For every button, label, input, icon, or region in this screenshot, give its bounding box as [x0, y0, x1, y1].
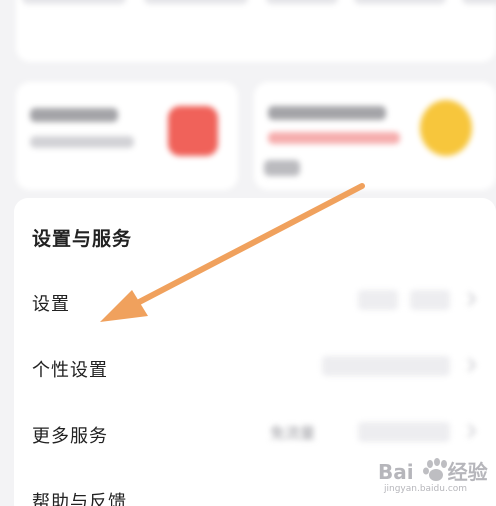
summary-item[interactable]	[144, 0, 248, 4]
settings-row-label: 设置	[32, 294, 70, 315]
more-services-row-label: 更多服务	[32, 426, 108, 447]
watermark-text-1: Bai	[378, 460, 414, 484]
gift-icon	[168, 106, 218, 156]
summary-item[interactable]	[462, 0, 496, 4]
summary-item[interactable]	[354, 0, 446, 4]
chevron-right-icon	[461, 423, 477, 439]
more-services-row[interactable]: 更多服务 免流量	[14, 414, 496, 454]
watermark-text-2: 经验	[447, 460, 488, 484]
promo-subtitle	[268, 132, 400, 144]
settings-row[interactable]: 设置	[14, 282, 496, 322]
promo-card-left[interactable]	[16, 82, 238, 190]
promo-title	[30, 108, 118, 122]
row-value	[410, 290, 450, 310]
watermark-text: Bai 经验	[378, 456, 488, 485]
section-title: 设置与服务	[32, 228, 133, 250]
summary-item[interactable]	[266, 0, 338, 4]
promo-title	[268, 106, 386, 120]
row-value	[358, 422, 450, 442]
chevron-right-icon	[461, 291, 477, 307]
personalization-row[interactable]: 个性设置	[14, 348, 496, 388]
row-value	[358, 290, 398, 310]
row-value	[322, 356, 450, 376]
promo-card-right[interactable]	[254, 82, 496, 190]
promo-tag	[264, 160, 300, 176]
watermark: Bai 经验 jingyan.baidu.com	[378, 454, 494, 504]
help-feedback-row-label: 帮助与反馈	[32, 492, 127, 506]
summary-item[interactable]	[22, 0, 126, 4]
promo-subtitle	[30, 136, 134, 148]
bulb-icon	[420, 100, 472, 156]
free-data-badge: 免流量	[270, 424, 316, 442]
personalization-row-label: 个性设置	[32, 360, 108, 381]
chevron-right-icon	[461, 357, 477, 373]
top-summary-card	[16, 0, 496, 62]
watermark-url: jingyan.baidu.com	[384, 484, 468, 494]
